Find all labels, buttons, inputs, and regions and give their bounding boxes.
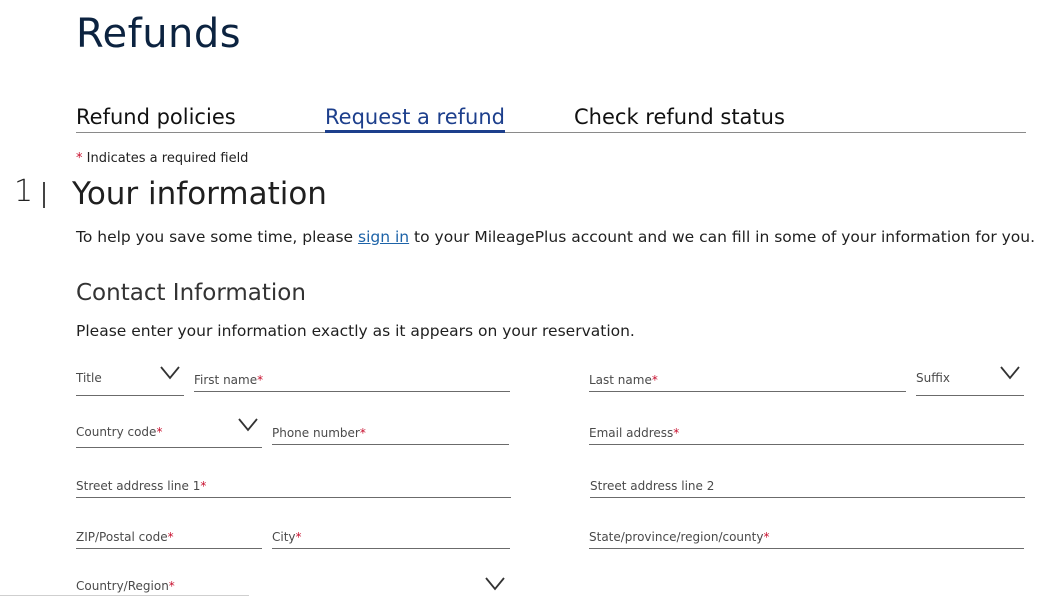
title-label: Title (76, 371, 102, 385)
country-region-select[interactable]: Country/Region* (76, 576, 511, 602)
suffix-label: Suffix (916, 371, 950, 385)
chevron-down-icon (485, 577, 505, 591)
required-field-note: * Indicates a required field (76, 151, 248, 166)
step-number: 1 (14, 174, 34, 209)
last-name-input[interactable]: Last name* (589, 366, 906, 392)
required-note-text: Indicates a required field (82, 151, 249, 166)
sign-in-intro: To help you save some time, please sign … (76, 228, 1035, 246)
chevron-down-icon (238, 418, 258, 432)
contact-instructions: Please enter your information exactly as… (76, 322, 635, 340)
street-address-2-label: Street address line 2 (590, 479, 715, 493)
street-address-1-input[interactable]: Street address line 1* (76, 472, 511, 498)
city-label: City* (272, 530, 302, 544)
first-name-input[interactable]: First name* (194, 366, 510, 392)
page-divider (0, 595, 249, 596)
tab-refund-policies[interactable]: Refund policies (76, 104, 236, 130)
tab-check-refund-status[interactable]: Check refund status (574, 104, 785, 130)
tab-request-refund[interactable]: Request a refund (325, 104, 505, 133)
city-input[interactable]: City* (272, 523, 510, 549)
suffix-select[interactable]: Suffix (916, 366, 1024, 396)
state-province-input[interactable]: State/province/region/county* (589, 523, 1024, 549)
zip-postal-code-input[interactable]: ZIP/Postal code* (76, 523, 262, 549)
email-address-input[interactable]: Email address* (589, 419, 1024, 445)
phone-number-input[interactable]: Phone number* (272, 419, 509, 445)
chevron-down-icon (160, 366, 180, 380)
intro-text-before: To help you save some time, please (76, 228, 359, 246)
country-code-select[interactable]: Country code* (76, 418, 262, 448)
street-address-2-input[interactable]: Street address line 2 (590, 472, 1025, 498)
sign-in-link[interactable]: sign in (358, 228, 409, 246)
email-address-label: Email address* (589, 426, 680, 440)
title-select[interactable]: Title (76, 366, 184, 396)
step-divider (43, 182, 45, 208)
country-code-label: Country code* (76, 425, 163, 439)
intro-text-after: to your MileagePlus account and we can f… (409, 228, 1036, 246)
country-region-label: Country/Region* (76, 579, 175, 593)
step-title: Your information (72, 176, 327, 212)
phone-number-label: Phone number* (272, 426, 366, 440)
state-province-label: State/province/region/county* (589, 530, 770, 544)
zip-postal-code-label: ZIP/Postal code* (76, 530, 174, 544)
street-address-1-label: Street address line 1* (76, 479, 207, 493)
first-name-label: First name* (194, 373, 264, 387)
chevron-down-icon (1000, 366, 1020, 380)
contact-information-title: Contact Information (76, 280, 306, 306)
last-name-label: Last name* (589, 373, 658, 387)
refund-tabs: Refund policies Request a refund Check r… (76, 100, 1026, 133)
page-title: Refunds (76, 11, 242, 57)
